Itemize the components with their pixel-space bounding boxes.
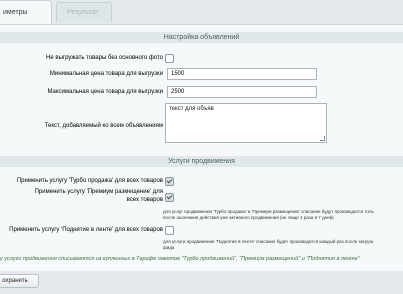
premium-label: Применить услугу 'Премиум размещение' дл…: [34, 189, 163, 203]
raise-checkbox[interactable]: [165, 226, 174, 235]
max-price-label: Максимальная цена товара для выгрузки: [47, 89, 163, 95]
section-ads-title: Настройка объявлений: [0, 32, 403, 43]
ad-text-textarea[interactable]: текст для объяв: [165, 103, 327, 143]
ad-text-label: Текст, добавляемый ко всем объявлениям: [44, 123, 163, 129]
resize-grip-icon[interactable]: [320, 136, 325, 141]
raise-note-line-2: фида: [163, 245, 175, 250]
premium-note-line-2: после окончания действия уже активного п…: [163, 215, 334, 220]
no-photo-label: Не выгружать товары без основного фото: [46, 55, 163, 61]
section-services-title: Услуги продвижения: [0, 156, 403, 167]
turbo-checkbox[interactable]: [165, 177, 174, 186]
raise-note-line-1: для услуги продвижения 'Поднятие в ленте…: [163, 239, 374, 244]
footer-note: у услуги продвижения списываются из купл…: [0, 256, 360, 262]
ad-text-value: текст для объяв: [169, 106, 214, 112]
no-photo-checkbox[interactable]: [165, 54, 174, 63]
tab-parameters[interactable]: иметры: [0, 0, 52, 25]
raise-label: Применить услугу 'Поднятие в ленте' для …: [9, 227, 163, 233]
save-button[interactable]: охранить: [0, 274, 39, 288]
settings-panel: Настройка объявлений Не выгружать товары…: [0, 24, 403, 271]
min-price-label: Минимальная цена товара для выгрузки: [49, 71, 163, 77]
min-price-input[interactable]: 1500: [167, 68, 317, 80]
tab-result[interactable]: Результат: [56, 2, 112, 22]
premium-checkbox[interactable]: [165, 193, 174, 202]
max-price-input[interactable]: 2500: [167, 86, 317, 98]
tab-bar: иметры Результат: [0, 0, 403, 25]
turbo-label: Применить услугу 'Турбо продажа' для все…: [16, 178, 163, 184]
